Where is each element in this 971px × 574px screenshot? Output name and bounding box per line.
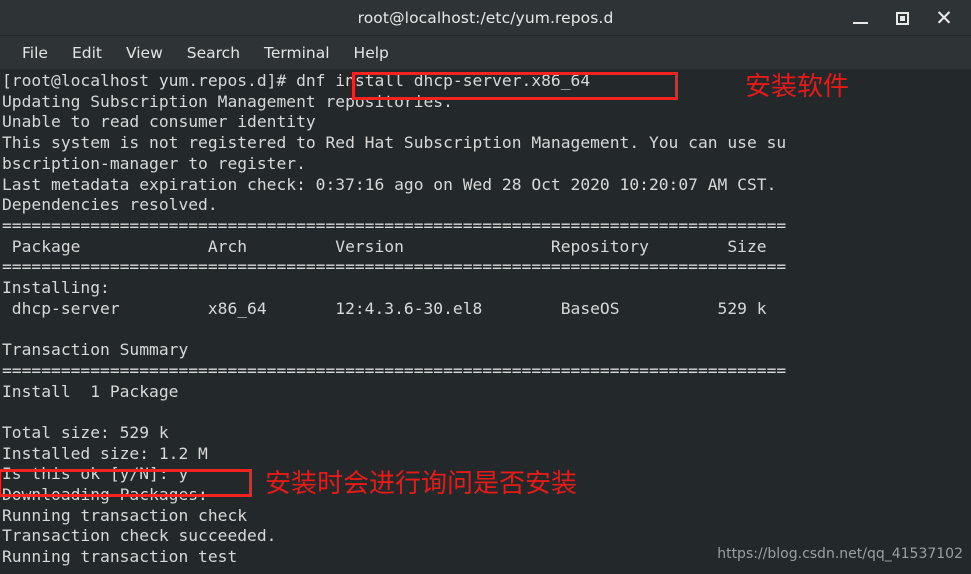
terminal-table-row: dhcp-server x86_64 12:4.3.6-30.el8 BaseO… bbox=[2, 298, 767, 318]
menu-item-view[interactable]: View bbox=[114, 41, 175, 65]
terminal-line: bscription-manager to register. bbox=[2, 153, 306, 173]
minimize-button[interactable] bbox=[839, 0, 881, 36]
terminal-line: Installing: bbox=[2, 278, 110, 298]
menu-item-terminal[interactable]: Terminal bbox=[252, 41, 342, 65]
window-title: root@localhost:/etc/yum.repos.d bbox=[357, 8, 614, 27]
terminal-line: Transaction check succeeded. bbox=[2, 526, 277, 546]
menu-item-help[interactable]: Help bbox=[342, 41, 401, 65]
close-button[interactable]: ✕ bbox=[923, 0, 965, 36]
menu-item-search[interactable]: Search bbox=[175, 41, 252, 65]
menu-bar: File Edit View Search Terminal Help bbox=[0, 36, 971, 69]
terminal-separator: ========================================… bbox=[2, 360, 787, 380]
terminal-table-header: Package Arch Version Repository Size bbox=[2, 236, 767, 256]
menu-item-edit[interactable]: Edit bbox=[60, 41, 114, 65]
minimize-icon bbox=[852, 21, 868, 24]
terminal-line: Last metadata expiration check: 0:37:16 … bbox=[2, 174, 777, 194]
annotation-confirm-prompt: 安装时会进行询问是否安装 bbox=[265, 469, 578, 499]
close-icon: ✕ bbox=[935, 5, 953, 30]
window-titlebar: root@localhost:/etc/yum.repos.d ✕ bbox=[0, 0, 971, 36]
terminal-line: Installed size: 1.2 M bbox=[2, 443, 208, 463]
terminal-line: Unable to read consumer identity bbox=[2, 112, 316, 132]
terminal-line: Total size: 529 k bbox=[2, 422, 169, 442]
maximize-button[interactable] bbox=[881, 0, 923, 36]
terminal-line: Transaction Summary bbox=[2, 340, 189, 360]
terminal-line: This system is not registered to Red Hat… bbox=[2, 133, 787, 153]
terminal-separator: ========================================… bbox=[2, 257, 787, 277]
annotation-install-software: 安装软件 bbox=[745, 72, 850, 102]
maximize-icon bbox=[895, 11, 909, 25]
terminal-line: Install 1 Package bbox=[2, 381, 179, 401]
window-controls: ✕ bbox=[839, 0, 965, 36]
terminal-window: root@localhost:/etc/yum.repos.d ✕ File E… bbox=[0, 0, 971, 574]
terminal-line: Dependencies resolved. bbox=[2, 195, 218, 215]
menu-item-file[interactable]: File bbox=[10, 41, 60, 65]
terminal-separator: ========================================… bbox=[2, 215, 787, 235]
watermark: https://blog.csdn.net/qq_41537102 bbox=[717, 546, 963, 562]
terminal-line: Running transaction check bbox=[2, 505, 248, 525]
